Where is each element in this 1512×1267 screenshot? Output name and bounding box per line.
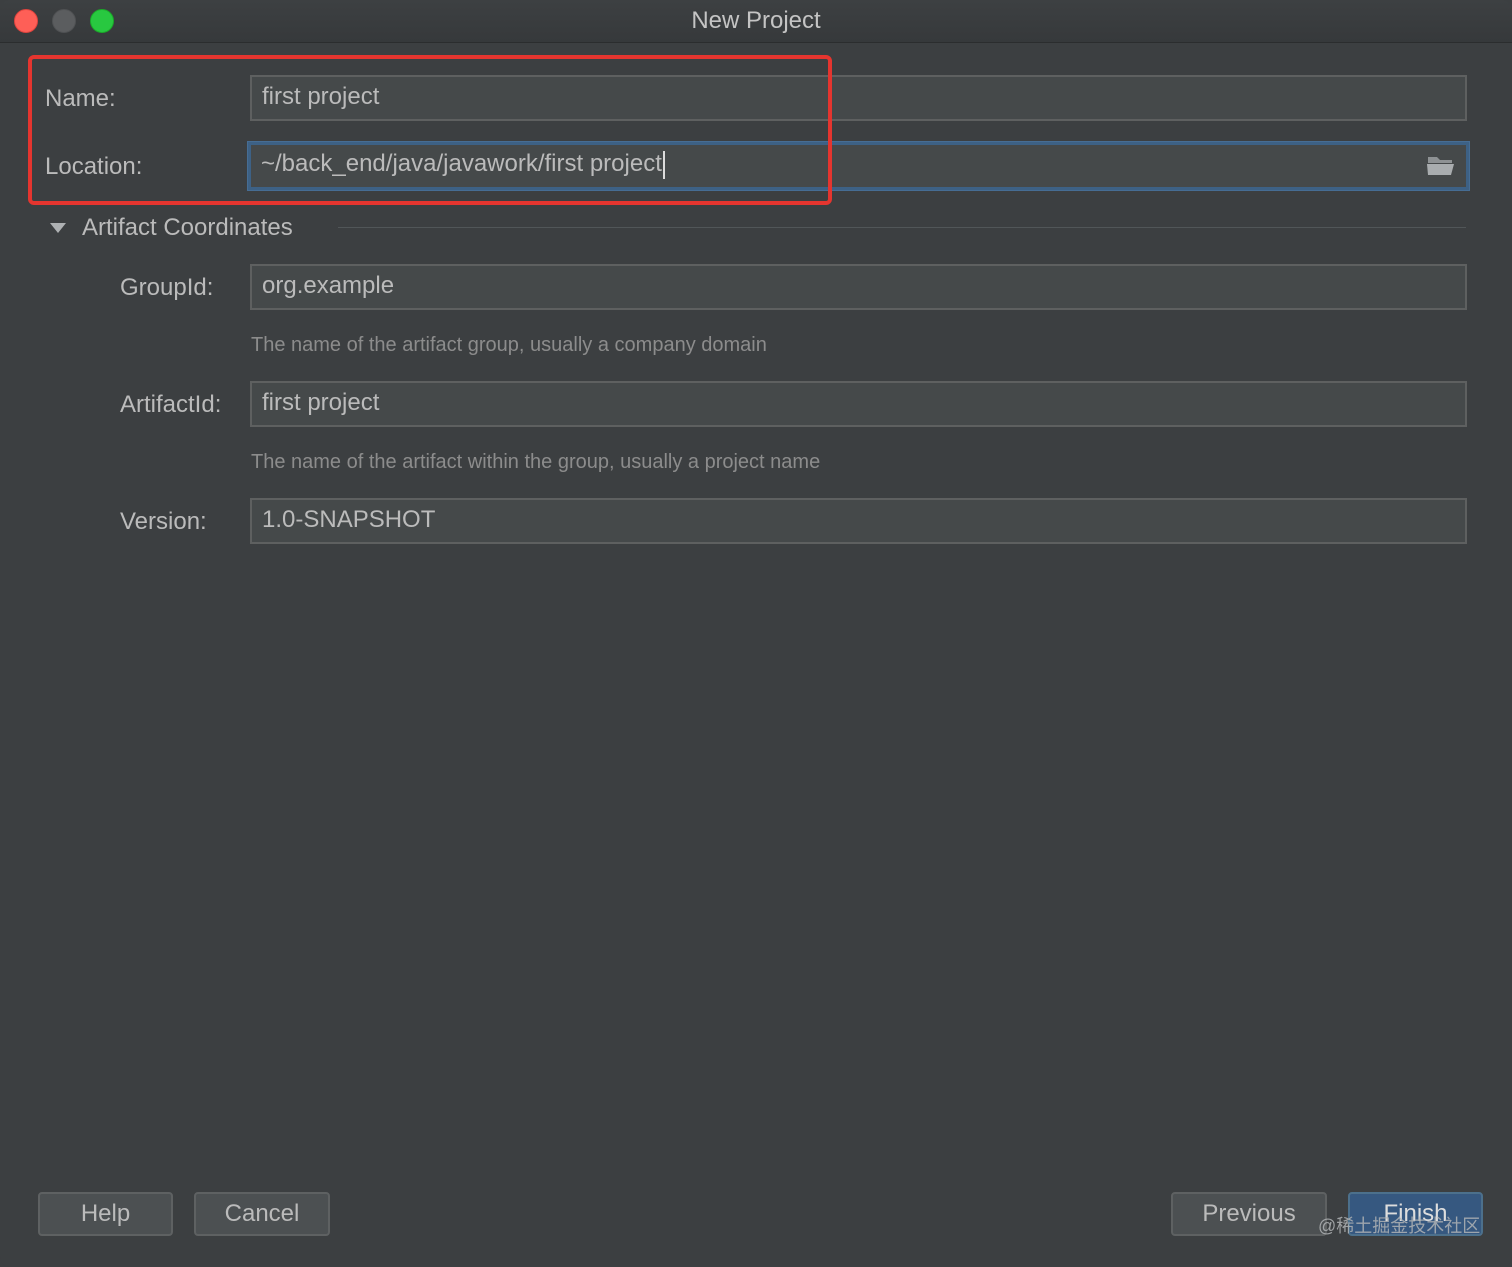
section-title: Artifact Coordinates xyxy=(82,214,293,241)
watermark: @稀土掘金技术社区 xyxy=(1318,1216,1481,1236)
version-label: Version: xyxy=(120,508,207,535)
groupid-input[interactable]: org.example xyxy=(250,264,1467,310)
title-bar: New Project xyxy=(0,0,1512,43)
artifactid-input[interactable]: first project xyxy=(250,381,1467,427)
groupid-label: GroupId: xyxy=(120,274,214,301)
section-divider xyxy=(338,227,1466,228)
groupid-hint: The name of the artifact group, usually … xyxy=(251,334,767,356)
location-input[interactable]: ~/back_end/java/javawork/first project xyxy=(248,142,1469,190)
cancel-button[interactable]: Cancel xyxy=(194,1192,330,1236)
artifactid-input-value: first project xyxy=(262,389,380,416)
help-button[interactable]: Help xyxy=(38,1192,173,1236)
version-input-value: 1.0-SNAPSHOT xyxy=(262,506,436,533)
location-input-value: ~/back_end/java/javawork/first project xyxy=(261,150,662,177)
previous-button[interactable]: Previous xyxy=(1171,1192,1327,1236)
name-label: Name: xyxy=(45,85,116,112)
artifactid-label: ArtifactId: xyxy=(120,391,222,418)
version-input[interactable]: 1.0-SNAPSHOT xyxy=(250,498,1467,544)
new-project-dialog: New Project Name: first project Location… xyxy=(0,0,1512,1267)
folder-browse-icon[interactable] xyxy=(1426,153,1456,177)
artifact-coordinates-toggle[interactable]: Artifact Coordinates xyxy=(50,208,293,248)
groupid-input-value: org.example xyxy=(262,272,395,299)
location-label: Location: xyxy=(45,153,143,180)
name-input-value: first project xyxy=(262,83,380,110)
name-input[interactable]: first project xyxy=(250,75,1467,121)
triangle-down-icon xyxy=(50,223,66,233)
text-caret xyxy=(662,150,665,179)
artifactid-hint: The name of the artifact within the grou… xyxy=(251,451,821,473)
window-title: New Project xyxy=(691,7,821,34)
